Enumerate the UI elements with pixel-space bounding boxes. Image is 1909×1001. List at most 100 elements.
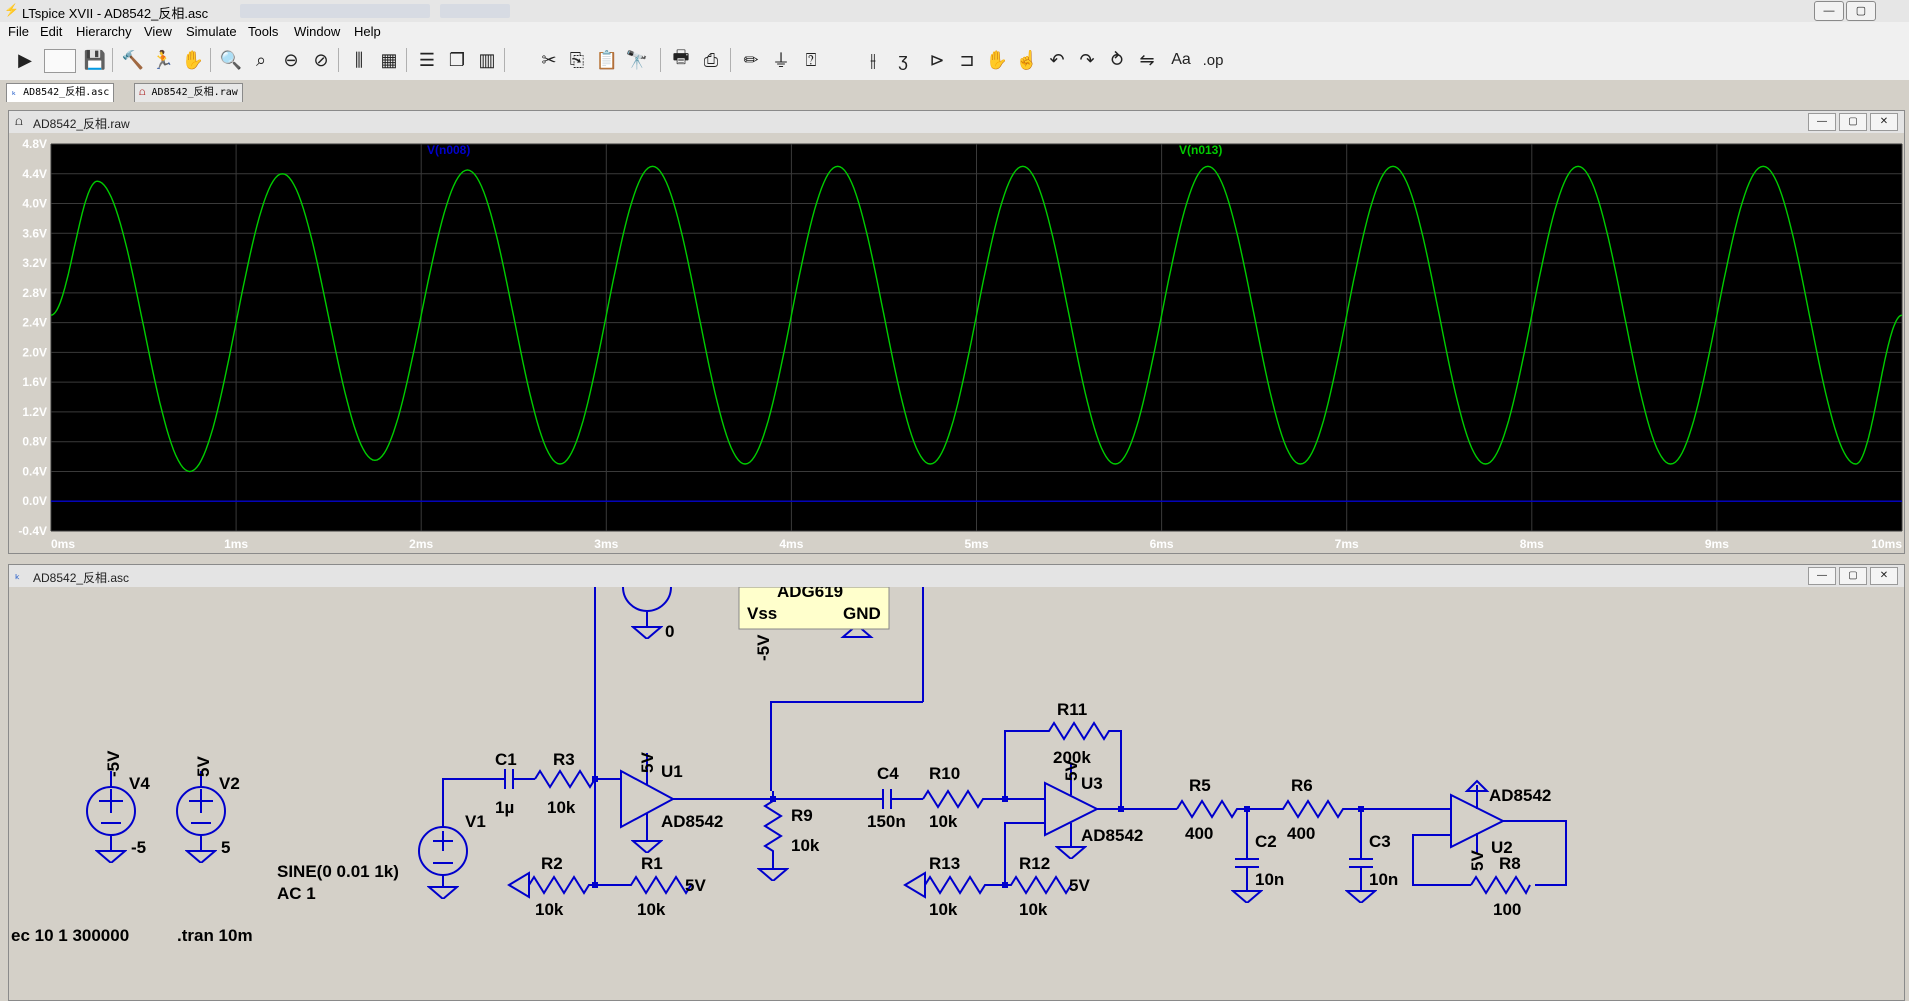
cascade-icon[interactable]: ❐ xyxy=(444,47,470,73)
label-icon[interactable]: ⍰ xyxy=(798,47,824,73)
x-tick-label: 4ms xyxy=(779,537,803,551)
spice-directive[interactable]: ec 10 1 300000 xyxy=(11,926,129,945)
maximize-button[interactable]: ▢ xyxy=(1846,1,1876,21)
component-value: 10k xyxy=(535,900,564,919)
component-label: V1 xyxy=(465,812,486,831)
y-tick-label: 2.4V xyxy=(22,316,47,330)
y-tick-label: 4.8V xyxy=(22,137,47,151)
close-button[interactable]: ✕ xyxy=(1870,113,1898,131)
zoom-out-icon[interactable]: ⊖ xyxy=(278,47,304,73)
tab-schematic[interactable]: ₖ AD8542_反相.asc xyxy=(6,83,115,102)
component-value: 10n xyxy=(1369,870,1398,889)
junction-dot xyxy=(1244,806,1250,812)
component-label: C1 xyxy=(495,750,517,769)
maximize-button[interactable]: ▢ xyxy=(1839,567,1867,585)
component-label: R6 xyxy=(1291,776,1313,795)
menu-view[interactable]: View xyxy=(144,24,172,39)
halt-icon[interactable] xyxy=(44,49,76,73)
print-icon[interactable]: 🖶 xyxy=(668,47,694,73)
component-label: U1 xyxy=(661,762,683,781)
minimize-button[interactable]: — xyxy=(1814,1,1844,21)
zoom-cancel-icon[interactable]: ⊘ xyxy=(308,47,334,73)
clear-icon[interactable]: ▦ xyxy=(376,47,402,73)
menu-help[interactable]: Help xyxy=(354,24,381,39)
y-tick-label: 3.6V xyxy=(22,226,47,240)
x-tick-label: 10ms xyxy=(1871,537,1902,551)
x-tick-label: 3ms xyxy=(594,537,618,551)
component-value: 150n xyxy=(867,812,906,831)
menu-file[interactable]: File xyxy=(8,24,29,39)
title-blurred-text xyxy=(240,4,430,18)
control-panel-icon[interactable]: 🔨 xyxy=(120,47,146,73)
component-value: 400 xyxy=(1185,824,1213,843)
pan-icon[interactable]: ✋ xyxy=(180,47,206,73)
trace-label[interactable]: V(n013) xyxy=(1179,143,1222,157)
component-value: 10n xyxy=(1255,870,1284,889)
component-value: 400 xyxy=(1287,824,1315,843)
diode-icon[interactable]: ⊳ xyxy=(924,47,950,73)
y-tick-label: 3.2V xyxy=(22,256,47,270)
net-label: 5V xyxy=(1468,850,1487,871)
trace-label[interactable]: V(n008) xyxy=(427,143,470,157)
schematic-canvas[interactable]: ADG619 Vss GND -5V 0 -5V V4 -5 5V V2 5 C… xyxy=(9,587,1904,999)
zoom-area-icon[interactable]: ⌕ xyxy=(248,47,274,73)
source-value-label: 0 xyxy=(665,622,674,641)
pencil-icon[interactable]: ✏ xyxy=(738,47,764,73)
spice-directive[interactable]: .tran 10m xyxy=(177,926,253,945)
menu-edit[interactable]: Edit xyxy=(40,24,62,39)
find-icon[interactable]: 🔭 xyxy=(624,47,650,73)
resistor-r9 xyxy=(763,791,783,865)
waveform-plot[interactable]: 4.8V 4.4V 4.0V 3.6V 3.2V 2.8V 2.4V 2.0V 1.6V 1.2V… xyxy=(9,133,1904,553)
paste-icon[interactable]: 📋 xyxy=(594,47,620,73)
y-tick-label: 2.0V xyxy=(22,345,47,359)
run-sim-icon[interactable]: 🏃 xyxy=(150,47,176,73)
print-preview-icon[interactable]: ⎙ xyxy=(698,47,724,73)
menu-window[interactable]: Window xyxy=(294,24,340,39)
resistor-r2 xyxy=(507,871,595,899)
inductor-icon[interactable]: ʒ xyxy=(890,47,916,73)
mirror-icon[interactable]: ⇋ xyxy=(1134,47,1160,73)
waveform-window-title: AD8542_反相.raw xyxy=(33,117,130,131)
tab-waveform[interactable]: ⩍ AD8542_反相.raw xyxy=(134,83,243,102)
close-button[interactable]: ✕ xyxy=(1870,567,1898,585)
move-icon[interactable]: ✋ xyxy=(984,47,1010,73)
tile-vertical-icon[interactable]: ▥ xyxy=(474,47,500,73)
menu-tools[interactable]: Tools xyxy=(248,24,278,39)
menu-hierarchy[interactable]: Hierarchy xyxy=(76,24,132,39)
ground-symbol xyxy=(632,621,662,639)
menu-simulate[interactable]: Simulate xyxy=(186,24,237,39)
drag-icon[interactable]: ☝ xyxy=(1014,47,1040,73)
component-value: 5 xyxy=(221,838,230,857)
save-icon[interactable]: 💾 xyxy=(82,47,108,73)
text-icon[interactable]: Aa xyxy=(1168,47,1194,73)
copy-icon[interactable]: ⎘ xyxy=(564,47,590,73)
component-label: R2 xyxy=(541,854,563,873)
rotate-icon[interactable]: ⥁ xyxy=(1104,47,1130,73)
component-label: R1 xyxy=(641,854,663,873)
wire xyxy=(189,771,213,847)
ground-icon[interactable]: ⏚ xyxy=(768,47,794,73)
source-spec: SINE(0 0.01 1k) xyxy=(277,862,399,881)
component-value: 100 xyxy=(1493,900,1521,919)
cut-icon[interactable]: ✂ xyxy=(536,47,562,73)
capacitor-icon[interactable]: ⫲ xyxy=(860,47,886,73)
component-value: AD8542 xyxy=(1081,826,1143,845)
maximize-button[interactable]: ▢ xyxy=(1839,113,1867,131)
redo-icon[interactable]: ↷ xyxy=(1074,47,1100,73)
minimize-button[interactable]: — xyxy=(1808,113,1836,131)
x-tick-label: 8ms xyxy=(1520,537,1544,551)
minimize-button[interactable]: — xyxy=(1808,567,1836,585)
junction-dot xyxy=(1118,806,1124,812)
component-label: R11 xyxy=(1057,700,1087,719)
zoom-in-icon[interactable]: 🔍 xyxy=(218,47,244,73)
undo-icon[interactable]: ↶ xyxy=(1044,47,1070,73)
component-icon[interactable]: ⊐ xyxy=(954,47,980,73)
component-label: R3 xyxy=(553,750,575,769)
title-bar: ⚡ LTspice XVII - AD8542_反相.asc — ▢ xyxy=(0,0,1909,22)
x-tick-label: 7ms xyxy=(1335,537,1359,551)
run-icon[interactable]: ▶ xyxy=(12,47,38,73)
autorange-icon[interactable]: ⫼ xyxy=(346,47,372,73)
schematic-window-titlebar: ₖ AD8542_反相.asc — ▢ ✕ xyxy=(9,565,1904,587)
spice-directive-icon[interactable]: .op xyxy=(1200,47,1226,73)
tile-horizontal-icon[interactable]: ☰ xyxy=(414,47,440,73)
